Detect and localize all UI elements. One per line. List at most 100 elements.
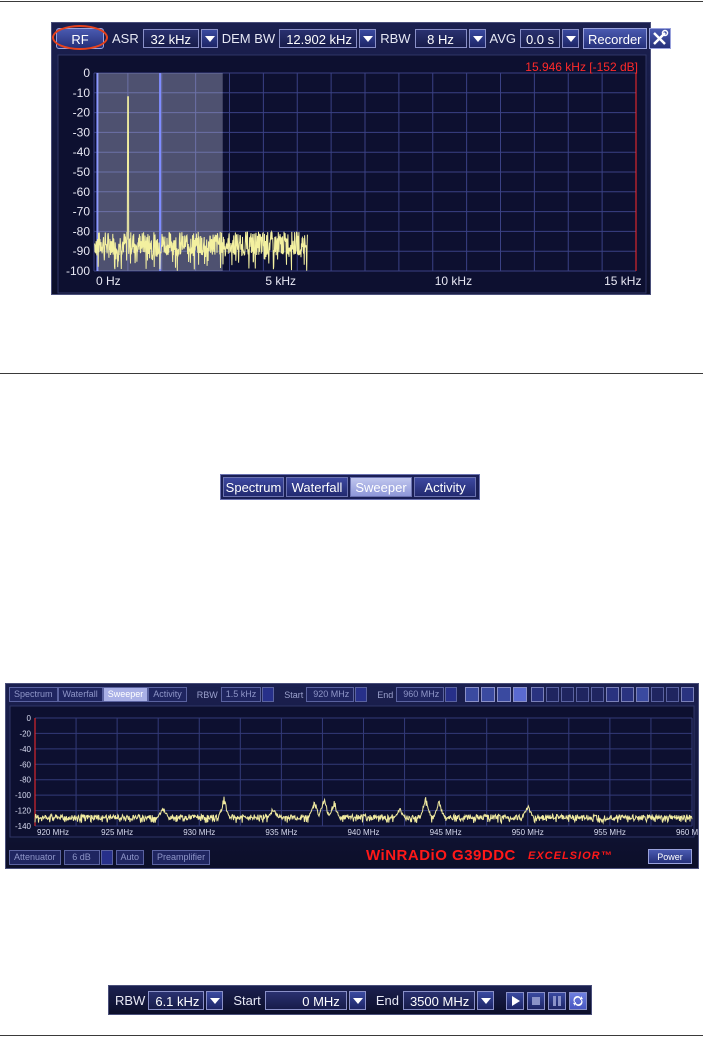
y-tick-label: -80 [73, 224, 91, 238]
page-divider-bottom [0, 1035, 703, 1036]
sweep-x-tick-label: 955 MHz [594, 828, 626, 837]
recorder-button[interactable]: Recorder [583, 28, 647, 49]
brand-logo: WiNRADiO G39DDC [366, 847, 516, 864]
y-tick-label: -100 [66, 264, 90, 278]
attenuator-label: Attenuator [9, 850, 61, 865]
mini-rbw-dropdown-icon[interactable] [262, 687, 275, 702]
end-label-bottom: End [375, 993, 399, 1008]
rbw-dropdown-icon[interactable] [468, 29, 486, 48]
mini-tab-activity[interactable]: Activity [148, 687, 187, 702]
page-divider-top [0, 1, 703, 2]
mini-start-field[interactable]: 920 MHz [306, 687, 355, 702]
sweep-x-tick-label: 935 MHz [265, 828, 297, 837]
dem-bw-select[interactable]: 12.902 kHz [279, 29, 358, 48]
mini-rbw-label: RBW [196, 689, 218, 700]
arrow-down-icon[interactable] [621, 687, 634, 702]
sweep-x-tick-label: 930 MHz [183, 828, 215, 837]
tab-activity-label: Activity [424, 480, 466, 495]
attenuator-select[interactable]: 6 dB [63, 850, 100, 865]
sweeper-controls-toolbar: RBW 6.1 kHz Start 0 MHz End 3500 MHz [108, 985, 592, 1015]
mini-tab-sweeper[interactable]: Sweeper [102, 687, 149, 702]
play-icon[interactable] [505, 991, 524, 1010]
page-divider-middle [0, 373, 703, 374]
y-tick-label: -40 [73, 145, 91, 159]
power-button[interactable]: Power [648, 849, 692, 864]
arrow-up-icon[interactable] [606, 687, 619, 702]
mini-start-dropdown-icon[interactable] [355, 687, 368, 702]
tab-waterfall[interactable]: Waterfall [286, 477, 348, 497]
clear-icon[interactable] [666, 687, 679, 702]
spectrum-chart[interactable]: 15.946 kHz [-152 dB] 0 -10 -20 -30 -40 -50 -60… [52, 53, 650, 294]
start-bottom-dropdown-icon[interactable] [348, 991, 366, 1010]
tab-spectrum-label: Spectrum [225, 480, 282, 495]
highlight-ring [52, 25, 108, 50]
sweeper-bottom-bar: Attenuator 6 dB Auto Preamplifier [9, 850, 211, 865]
mini-start-label: Start [284, 689, 304, 700]
sweep-y-tick-label: -100 [15, 791, 32, 800]
end-field-bottom[interactable]: 3500 MHz [402, 991, 475, 1010]
sweeper-controls: RBW 6.1 kHz Start 0 MHz End 3500 MHz [115, 991, 587, 1010]
y-tick-label: -30 [73, 125, 91, 139]
rbw-bottom-dropdown-icon[interactable] [206, 991, 224, 1010]
sweeper-toolbar: Spectrum Waterfall Sweeper Activity RBW … [9, 687, 528, 702]
mini-end-dropdown-icon[interactable] [445, 687, 458, 702]
zoom-fit-icon[interactable] [561, 687, 574, 702]
stop-icon[interactable] [526, 991, 545, 1010]
mini-rbw-select[interactable]: 1.5 kHz [220, 687, 262, 702]
avg-select[interactable]: 0.0 s [520, 29, 561, 48]
zoom-out-icon[interactable] [546, 687, 559, 702]
mini-pause-icon[interactable] [497, 687, 512, 702]
expand-icon[interactable] [681, 687, 694, 702]
mini-end-field[interactable]: 960 MHz [396, 687, 445, 702]
asr-dropdown-icon[interactable] [200, 29, 218, 48]
tab-spectrum[interactable]: Spectrum [223, 477, 284, 497]
marker-readout: 15.946 kHz [-152 dB] [525, 60, 638, 74]
x-tick-label: 5 kHz [265, 274, 296, 288]
y-tick-label: -90 [73, 244, 91, 258]
zoom-reset-icon[interactable] [576, 687, 589, 702]
sweep-x-tick-label: 960 MHz [676, 828, 698, 837]
y-tick-label: 0 [83, 66, 90, 80]
tab-waterfall-label: Waterfall [291, 480, 343, 495]
mini-end-label: End [377, 689, 394, 700]
mini-tab-spectrum[interactable]: Spectrum [9, 687, 58, 702]
settings-tools-icon[interactable] [648, 28, 671, 49]
x-tick-label: 10 kHz [435, 274, 472, 288]
brand-sub-logo: EXCELSIOR™ [528, 850, 613, 862]
end-bottom-dropdown-icon[interactable] [476, 991, 494, 1010]
start-label-bottom: Start [233, 993, 261, 1008]
mini-loop-icon[interactable] [513, 687, 528, 702]
pause-icon[interactable] [547, 991, 566, 1010]
sweep-x-tick-label: 945 MHz [430, 828, 462, 837]
peak-hold-icon[interactable] [651, 687, 664, 702]
attenuator-dropdown-icon[interactable] [100, 850, 113, 865]
tab-activity[interactable]: Activity [414, 477, 476, 497]
tab-sweeper[interactable]: Sweeper [350, 477, 412, 497]
mini-tab-waterfall[interactable]: Waterfall [57, 687, 103, 702]
view-tabs: Spectrum Waterfall Sweeper Activity [220, 474, 480, 500]
mini-play-icon[interactable] [465, 687, 480, 702]
auto-button[interactable]: Auto [115, 850, 145, 865]
zoom-in-icon[interactable] [531, 687, 544, 702]
avg-dropdown-icon[interactable] [562, 29, 580, 48]
rbw-label: RBW [380, 31, 411, 46]
pan-icon[interactable] [591, 687, 604, 702]
sweep-y-tick-label: -80 [19, 776, 31, 785]
mini-stop-icon[interactable] [481, 687, 496, 702]
rbw-select[interactable]: 8 Hz [414, 29, 467, 48]
rbw-label-bottom: RBW [115, 993, 146, 1008]
sweep-x-tick-label: 925 MHz [101, 828, 133, 837]
sweep-y-tick-label: -60 [19, 760, 31, 769]
asr-select[interactable]: 32 kHz [142, 29, 199, 48]
loop-icon[interactable] [568, 991, 587, 1010]
preamplifier-button[interactable]: Preamplifier [152, 850, 211, 865]
sweep-x-tick-label: 920 MHz [37, 828, 69, 837]
zoom-toolbar [531, 687, 694, 702]
rbw-select-bottom[interactable]: 6.1 kHz [148, 991, 205, 1010]
sweeper-chart[interactable]: 0 -20 -40 -60 -80 -100 -120 -140 920 MHz 925 MHz… [6, 704, 698, 839]
spectrum-panel: RF ASR 32 kHz DEM BW 12.902 kHz RBW 8 Hz… [51, 22, 671, 295]
start-field-bottom[interactable]: 0 MHz [264, 991, 347, 1010]
y-tick-label: -70 [73, 205, 91, 219]
dem-bw-dropdown-icon[interactable] [359, 29, 377, 48]
averaging-icon[interactable] [636, 687, 649, 702]
